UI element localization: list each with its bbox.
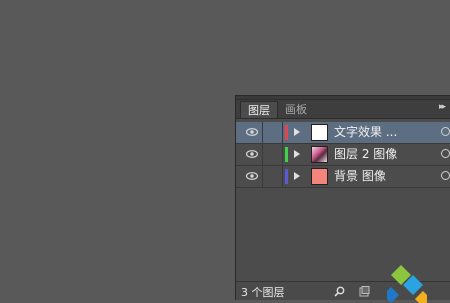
eye-icon (246, 172, 258, 180)
target-circle-icon[interactable] (441, 127, 450, 136)
layer-row[interactable]: 背景 图像 (236, 166, 450, 188)
tab-layers[interactable]: 图层 (240, 101, 278, 118)
layer-name[interactable]: 图层 2 图像 (334, 144, 397, 165)
layer-list: 文字效果 ... 图层 2 图像 背景 图像 (236, 122, 450, 188)
target-circle-icon[interactable] (441, 171, 450, 180)
lock-toggle[interactable] (263, 144, 283, 165)
layer-thumbnail (311, 168, 328, 185)
eye-icon (246, 128, 258, 136)
layer-color-bar (285, 169, 288, 184)
layer-thumbnail (311, 124, 328, 141)
search-icon[interactable] (334, 286, 345, 297)
watermark-logo-icon (387, 265, 427, 303)
visibility-toggle[interactable] (241, 166, 263, 187)
target-circle-icon[interactable] (441, 149, 450, 158)
expand-arrow-icon[interactable] (294, 128, 300, 136)
panel-tabbar: 图层 画板 ▸▸ (236, 100, 450, 119)
expand-arrow-icon[interactable] (294, 150, 300, 158)
new-layer-icon[interactable] (359, 286, 370, 297)
panel-menu-icon[interactable]: ▸▸ (439, 102, 446, 112)
layer-thumbnail (311, 146, 328, 163)
layer-row[interactable]: 图层 2 图像 (236, 144, 450, 166)
lock-toggle[interactable] (263, 166, 283, 187)
layer-color-bar (285, 147, 288, 162)
eye-icon (246, 150, 258, 158)
lock-toggle[interactable] (263, 122, 283, 143)
layer-name[interactable]: 背景 图像 (334, 166, 386, 187)
tab-artboards[interactable]: 画板 (278, 101, 314, 118)
layer-row[interactable]: 文字效果 ... (236, 122, 450, 144)
layer-name[interactable]: 文字效果 ... (334, 122, 397, 143)
layer-color-bar (285, 125, 288, 140)
expand-arrow-icon[interactable] (294, 172, 300, 180)
visibility-toggle[interactable] (241, 122, 263, 143)
layer-count: 3 个图层 (241, 286, 285, 299)
visibility-toggle[interactable] (241, 144, 263, 165)
